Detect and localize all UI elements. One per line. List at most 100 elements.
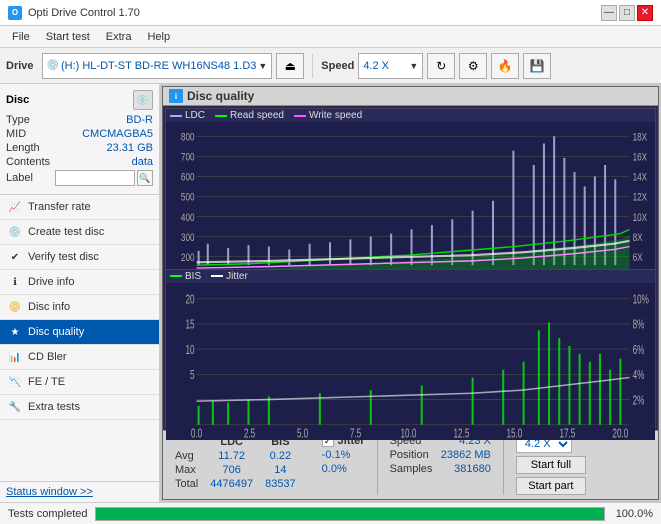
menu-extra[interactable]: Extra	[98, 29, 140, 45]
disc-mid-row: MID CMCMAGBA5	[6, 128, 153, 140]
cd-bler-icon: 📊	[8, 350, 22, 364]
legend-ldc: LDC	[170, 110, 205, 121]
avg-bis-value: 0.22	[259, 449, 302, 463]
write-speed-legend-line	[294, 115, 306, 117]
minimize-button[interactable]: —	[601, 5, 617, 21]
disc-length-label: Length	[6, 142, 40, 154]
save-button[interactable]: 💾	[523, 53, 551, 79]
sidebar-item-verify-test-disc[interactable]: ✔ Verify test disc	[0, 245, 159, 270]
label-search-button[interactable]: 🔍	[137, 170, 153, 186]
transfer-rate-label: Transfer rate	[28, 201, 91, 213]
disc-info-icon: 📀	[8, 300, 22, 314]
samples-label: Samples	[390, 463, 433, 475]
speed-label: Speed	[321, 60, 354, 72]
refresh-button[interactable]: ↻	[427, 53, 455, 79]
svg-text:10.0: 10.0	[401, 426, 417, 440]
verify-test-disc-icon: ✔	[8, 250, 22, 264]
start-part-button[interactable]: Start part	[516, 477, 586, 495]
sidebar-item-disc-info[interactable]: 📀 Disc info	[0, 295, 159, 320]
titlebar-left: O Opti Drive Control 1.70	[8, 6, 140, 20]
status-text: Tests completed	[8, 508, 87, 520]
disc-quality-header: i Disc quality	[163, 87, 658, 106]
svg-text:300: 300	[181, 232, 195, 245]
charts-area: LDC Read speed Write speed	[163, 106, 658, 430]
svg-text:5.0: 5.0	[297, 426, 308, 440]
max-ldc-value: 706	[204, 463, 259, 477]
jitter-legend-label: Jitter	[226, 271, 248, 282]
svg-text:20: 20	[185, 292, 194, 306]
start-full-button[interactable]: Start full	[516, 456, 586, 474]
chart1-container: LDC Read speed Write speed	[165, 108, 656, 268]
speed-selector[interactable]: 4.2 X ▼	[358, 53, 423, 79]
stats-separator	[377, 435, 378, 495]
svg-text:14X: 14X	[633, 171, 648, 184]
create-test-disc-icon: 💿	[8, 225, 22, 239]
svg-text:400: 400	[181, 212, 195, 225]
disc-image-icon: 💿	[133, 90, 153, 110]
menu-start-test[interactable]: Start test	[38, 29, 98, 45]
speed-value: 4.2 X	[363, 60, 407, 72]
extra-tests-icon: 🔧	[8, 400, 22, 414]
drive-selector[interactable]: 💿 (H:) HL-DT-ST BD-RE WH16NS48 1.D3 ▼	[42, 53, 273, 79]
chart2-legend: BIS Jitter	[166, 270, 655, 283]
legend-read-speed: Read speed	[215, 110, 284, 121]
chart1-legend: LDC Read speed Write speed	[166, 109, 655, 122]
jitter-legend-line	[211, 275, 223, 277]
svg-text:12X: 12X	[633, 192, 648, 205]
sidebar-item-cd-bler[interactable]: 📊 CD Bler	[0, 345, 159, 370]
disc-length-row: Length 23.31 GB	[6, 142, 153, 154]
disc-contents-label: Contents	[6, 156, 50, 168]
sidebar-item-disc-quality[interactable]: ★ Disc quality	[0, 320, 159, 345]
disc-mid-label: MID	[6, 128, 26, 140]
burn-button[interactable]: 🔥	[491, 53, 519, 79]
svg-text:4%: 4%	[633, 368, 645, 382]
legend-write-speed: Write speed	[294, 110, 362, 121]
titlebar-controls: — □ ✕	[601, 5, 653, 21]
svg-text:500: 500	[181, 192, 195, 205]
drive-info-icon: ℹ	[8, 275, 22, 289]
disc-quality-panel-icon: i	[169, 89, 183, 103]
svg-text:15.0: 15.0	[506, 426, 522, 440]
disc-contents-row: Contents data	[6, 156, 153, 168]
chart2-container: BIS Jitter	[165, 269, 656, 429]
samples-row: Samples 381680	[390, 463, 491, 475]
svg-text:16X: 16X	[633, 151, 648, 164]
stats-table: LDC BIS Avg 11.72 0.22 Max	[169, 435, 314, 491]
total-bis-value: 83537	[259, 477, 302, 491]
disc-type-value: BD-R	[126, 114, 153, 126]
app-icon: O	[8, 6, 22, 20]
maximize-button[interactable]: □	[619, 5, 635, 21]
drive-label: Drive	[6, 60, 34, 72]
button-panel: 4.2 X 2.0 X 4.0 X 6.0 X Start full Start…	[516, 435, 586, 495]
content-area: i Disc quality LDC Read speed	[160, 84, 661, 502]
max-bis-value: 14	[259, 463, 302, 477]
menu-help[interactable]: Help	[139, 29, 178, 45]
sidebar-item-fe-te[interactable]: 📉 FE / TE	[0, 370, 159, 395]
svg-text:7.5: 7.5	[350, 426, 361, 440]
close-button[interactable]: ✕	[637, 5, 653, 21]
stats-separator2	[503, 435, 504, 495]
sidebar-item-create-test-disc[interactable]: 💿 Create test disc	[0, 220, 159, 245]
write-speed-legend-label: Write speed	[309, 110, 362, 121]
svg-text:6X: 6X	[633, 252, 643, 265]
titlebar: O Opti Drive Control 1.70 — □ ✕	[0, 0, 661, 26]
svg-text:15: 15	[185, 317, 194, 331]
svg-text:5: 5	[190, 368, 195, 382]
sidebar: Disc 💿 Type BD-R MID CMCMAGBA5 Length 23…	[0, 84, 160, 502]
disc-type-label: Type	[6, 114, 30, 126]
menu-file[interactable]: File	[4, 29, 38, 45]
settings-button[interactable]: ⚙	[459, 53, 487, 79]
sidebar-item-extra-tests[interactable]: 🔧 Extra tests	[0, 395, 159, 420]
svg-text:10X: 10X	[633, 212, 648, 225]
avg-jitter-value: -0.1%	[322, 449, 365, 461]
statusbar: Tests completed 100.0%	[0, 502, 661, 524]
sidebar-item-transfer-rate[interactable]: 📈 Transfer rate	[0, 195, 159, 220]
disc-info-label: Disc info	[28, 301, 70, 313]
legend-bis: BIS	[170, 271, 201, 282]
eject-button[interactable]: ⏏	[276, 53, 304, 79]
toolbar-separator	[312, 54, 313, 78]
label-textbox[interactable]	[55, 170, 135, 186]
drive-dropdown-arrow: ▼	[258, 61, 267, 71]
status-window-link[interactable]: Status window >>	[6, 486, 93, 498]
sidebar-item-drive-info[interactable]: ℹ Drive info	[0, 270, 159, 295]
